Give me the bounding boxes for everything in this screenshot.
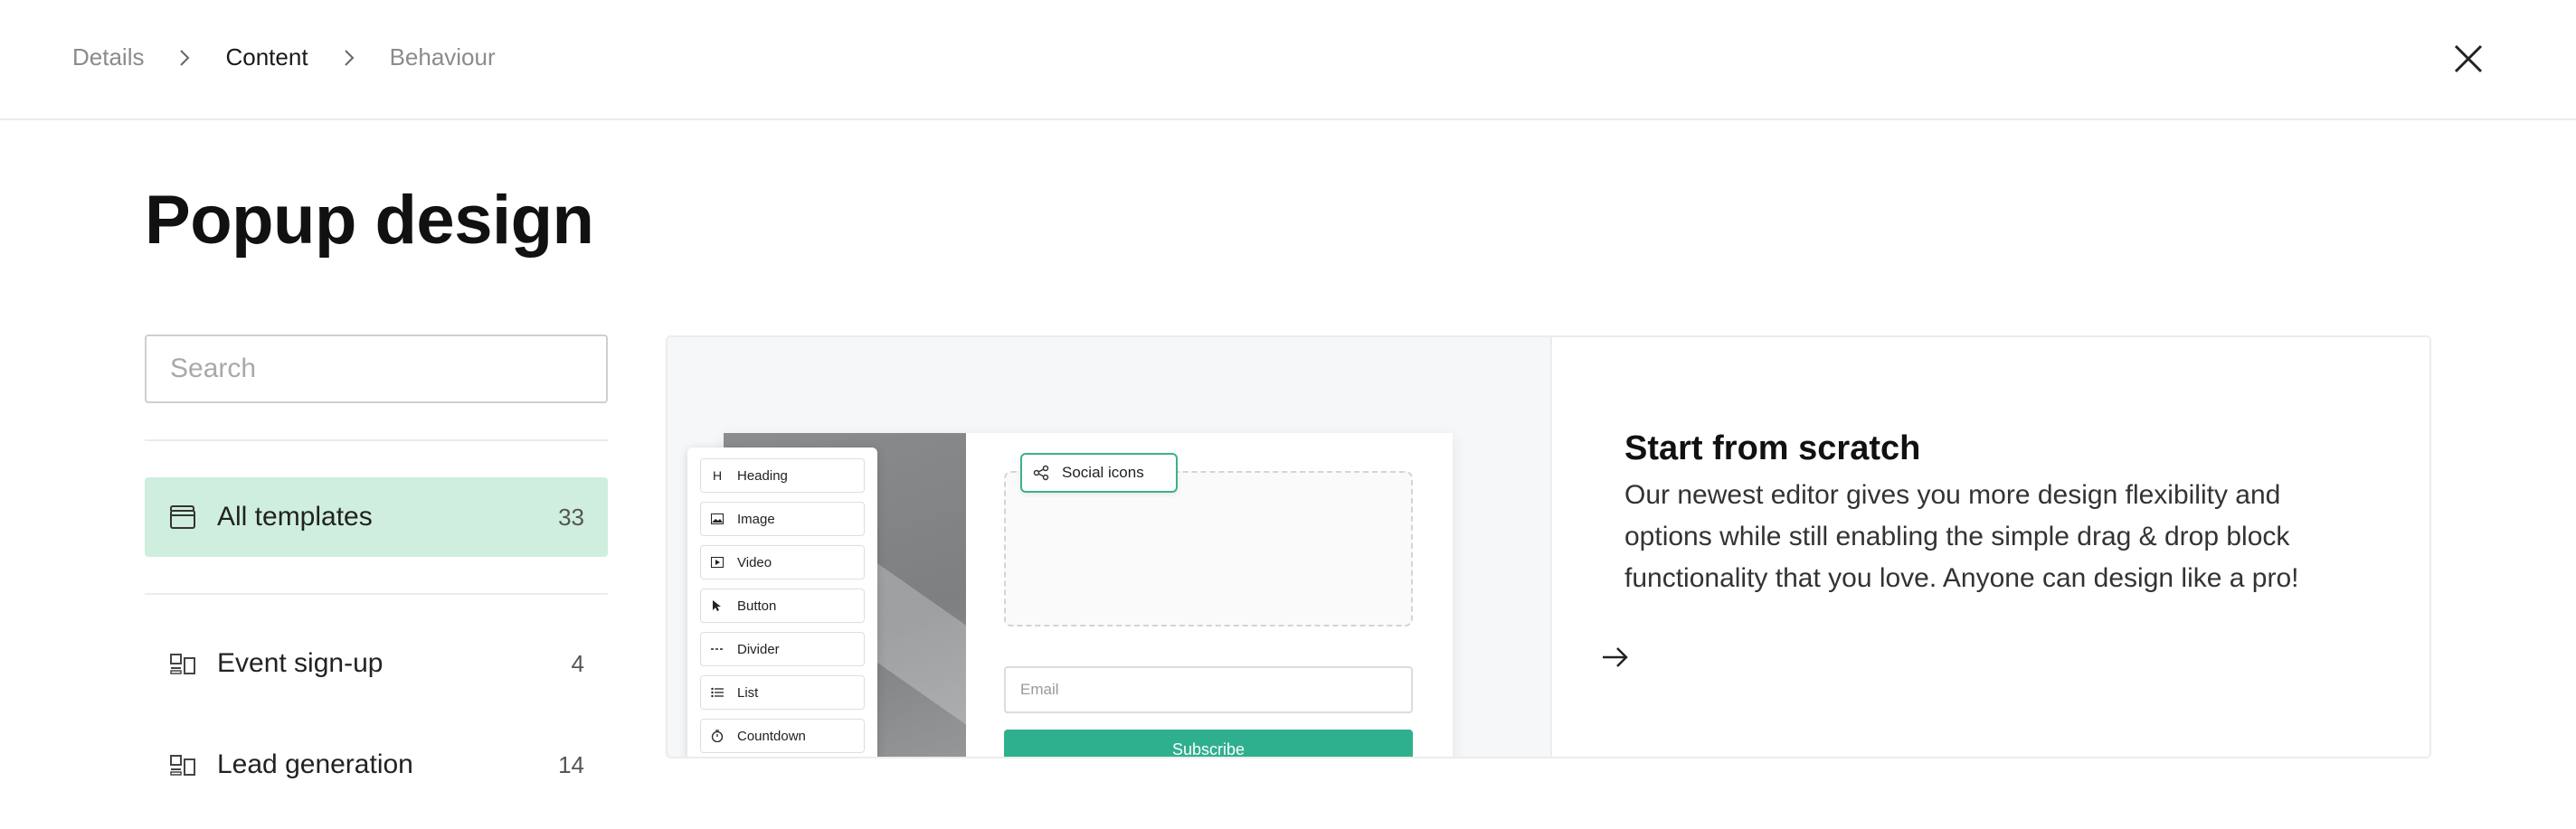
sidebar-item-label: All templates: [217, 502, 373, 532]
block-video: Video: [700, 545, 865, 579]
layout-icon: [168, 649, 197, 678]
email-field-preview: Email: [1004, 666, 1413, 713]
divider-icon: [710, 642, 724, 656]
block-label: Button: [737, 598, 777, 614]
block-countdown: Countdown: [700, 719, 865, 753]
block-label: List: [737, 684, 759, 701]
breadcrumb-details[interactable]: Details: [72, 43, 144, 71]
top-bar: Details Content Behaviour: [0, 0, 2576, 120]
sidebar-item-count: 4: [571, 649, 584, 677]
block-label: Heading: [737, 467, 788, 484]
layout-icon: [168, 750, 197, 779]
timer-icon: [710, 729, 724, 743]
block-image: Image: [700, 502, 865, 536]
video-icon: [710, 555, 724, 570]
folder-icon: [168, 503, 197, 532]
arrow-right-icon[interactable]: [1599, 641, 1632, 674]
block-label: Countdown: [737, 728, 806, 744]
sidebar-item-label: Lead generation: [217, 749, 413, 779]
breadcrumb-content[interactable]: Content: [225, 43, 308, 71]
breadcrumb-behaviour[interactable]: Behaviour: [390, 43, 496, 71]
cursor-icon: [710, 598, 724, 613]
chevron-right-icon: [173, 46, 196, 70]
chevron-right-icon: [337, 46, 361, 70]
image-icon: [710, 512, 724, 526]
block-label: Image: [737, 511, 775, 527]
sidebar-item-count: 33: [558, 503, 584, 531]
block-divider: Divider: [700, 632, 865, 666]
share-icon: [1033, 465, 1049, 481]
sidebar-item-label: Event sign-up: [217, 648, 384, 678]
list-icon: [710, 685, 724, 700]
subscribe-button-preview: Subscribe: [1004, 730, 1413, 757]
block-heading: H Heading: [700, 458, 865, 493]
block-palette: H Heading Image Video Button Divider Lis…: [687, 447, 877, 757]
scratch-title: Start from scratch: [1624, 429, 1921, 467]
sidebar-item-all-templates[interactable]: All templates 33: [145, 477, 608, 557]
sidebar-item-event-sign-up[interactable]: Event sign-up 4: [145, 624, 608, 703]
divider: [145, 439, 608, 441]
close-button[interactable]: [2453, 43, 2484, 74]
sidebar-item-count: 14: [558, 750, 584, 778]
block-list: List: [700, 675, 865, 710]
scratch-description: Our newest editor gives you more design …: [1624, 480, 2299, 593]
block-label: Divider: [737, 641, 780, 657]
preview-form: Social icons Email Subscribe: [966, 433, 1453, 757]
start-from-scratch-card[interactable]: Start from scratch Our newest editor giv…: [1552, 337, 2429, 757]
search-input[interactable]: [145, 334, 608, 403]
social-icons-block: Social icons: [1020, 453, 1178, 493]
template-cards: Social icons Email Subscribe H Heading I…: [666, 335, 2431, 758]
sidebar-item-lead-generation[interactable]: Lead generation 14: [145, 725, 608, 805]
breadcrumb: Details Content Behaviour: [72, 43, 496, 71]
page-title: Popup design: [145, 182, 594, 259]
editor-preview-card[interactable]: Social icons Email Subscribe H Heading I…: [668, 337, 1552, 757]
block-label: Video: [737, 554, 772, 570]
heading-icon: H: [712, 468, 723, 483]
social-icons-label: Social icons: [1062, 464, 1144, 481]
block-button: Button: [700, 589, 865, 623]
close-icon: [2454, 44, 2483, 73]
drop-zone: [1004, 471, 1413, 626]
divider: [145, 593, 608, 595]
